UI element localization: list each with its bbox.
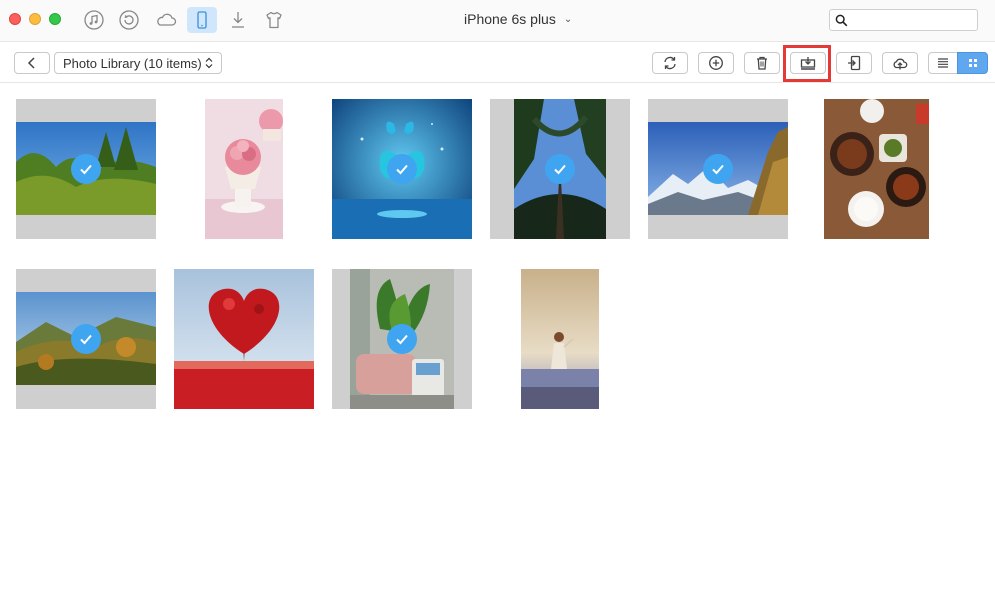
title-bar: iPhone 6s plus ⌄ bbox=[0, 0, 995, 42]
photo-tile-blue-butterflies[interactable] bbox=[332, 99, 472, 239]
photo-tile-heart-tree[interactable] bbox=[174, 269, 314, 409]
upload-cloud-icon bbox=[893, 58, 908, 70]
export-to-computer-icon bbox=[800, 57, 816, 70]
chevron-down-icon: ⌄ bbox=[563, 13, 573, 25]
photo-tile-hillside-forest[interactable] bbox=[16, 269, 156, 409]
back-button[interactable] bbox=[14, 52, 50, 74]
search-icon bbox=[835, 14, 848, 27]
device-selector[interactable]: iPhone 6s plus ⌄ bbox=[464, 11, 572, 27]
photo-grid bbox=[0, 83, 995, 610]
chevron-left-icon bbox=[27, 57, 35, 69]
selected-check-icon bbox=[387, 324, 417, 354]
iphone-icon[interactable] bbox=[187, 7, 217, 33]
import-to-device-icon bbox=[848, 55, 861, 71]
selected-check-icon bbox=[71, 154, 101, 184]
add-button[interactable] bbox=[698, 52, 734, 74]
photo-tile-snowy-mountains[interactable] bbox=[648, 99, 788, 239]
export-to-computer-button[interactable] bbox=[790, 52, 826, 74]
sync-restore-icon[interactable] bbox=[114, 7, 144, 33]
photo-tile-cupcake-flower[interactable] bbox=[174, 99, 314, 239]
list-view-icon bbox=[938, 58, 948, 68]
updown-chevron-icon bbox=[205, 57, 213, 69]
device-title: iPhone 6s plus bbox=[464, 11, 556, 27]
photo-tile-tall-trees-sky[interactable] bbox=[490, 99, 630, 239]
delete-icon bbox=[757, 56, 767, 70]
photo-tile-food-table[interactable] bbox=[806, 99, 946, 239]
add-icon bbox=[709, 56, 723, 70]
refresh-button[interactable] bbox=[652, 52, 688, 74]
download-icon[interactable] bbox=[223, 7, 253, 33]
photo-tile-trees-landscape[interactable] bbox=[16, 99, 156, 239]
maximize-window-button[interactable] bbox=[49, 13, 61, 25]
photo-library-select[interactable]: Photo Library (10 items) bbox=[54, 52, 222, 74]
list-view-button[interactable] bbox=[928, 52, 958, 74]
minimize-window-button[interactable] bbox=[29, 13, 41, 25]
grid-view-button[interactable] bbox=[957, 52, 988, 74]
grid-view-icon bbox=[968, 59, 977, 67]
selected-check-icon bbox=[387, 154, 417, 184]
selected-check-icon bbox=[545, 154, 575, 184]
cloud-icon[interactable] bbox=[151, 7, 181, 33]
tshirt-icon[interactable] bbox=[259, 7, 289, 33]
close-window-button[interactable] bbox=[9, 13, 21, 25]
library-label: Photo Library (10 items) bbox=[63, 55, 202, 71]
toolbar: Photo Library (10 items) bbox=[0, 43, 995, 83]
photo-tile-office-plant-bag[interactable] bbox=[332, 269, 472, 409]
import-to-device-button[interactable] bbox=[836, 52, 872, 74]
delete-button[interactable] bbox=[744, 52, 780, 74]
upload-cloud-button[interactable] bbox=[882, 52, 918, 74]
selected-check-icon bbox=[71, 324, 101, 354]
photo-tile-girl-in-field[interactable] bbox=[490, 269, 630, 409]
music-icon[interactable] bbox=[79, 7, 109, 33]
refresh-icon bbox=[664, 56, 676, 70]
selected-check-icon bbox=[703, 154, 733, 184]
search-input[interactable] bbox=[829, 9, 978, 31]
